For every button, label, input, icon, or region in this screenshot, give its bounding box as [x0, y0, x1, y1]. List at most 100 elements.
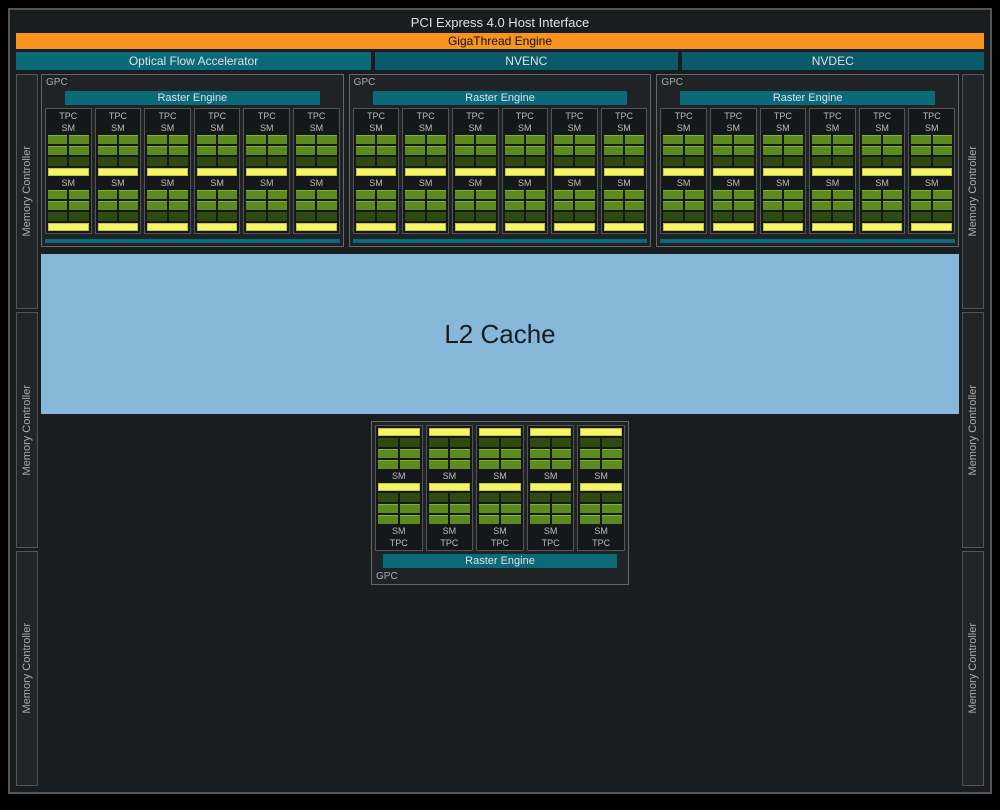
tpc-label: TPC — [530, 538, 572, 548]
sm-label: SM — [911, 123, 952, 133]
sm-block: SM — [98, 178, 139, 231]
tpc-label: TPC — [505, 111, 546, 121]
tpc-label: TPC — [429, 538, 471, 548]
sm-block: SM — [147, 178, 188, 231]
sm-block: SM — [663, 123, 704, 176]
tpc-label: TPC — [197, 111, 238, 121]
tpc-label: TPC — [378, 538, 420, 548]
sm-block: SM — [505, 123, 546, 176]
memory-controller: Memory Controller — [962, 74, 984, 309]
sm-block: SM — [405, 123, 446, 176]
gpc: GPCRaster EngineTPCSMSMTPCSMSMTPCSMSMTPC… — [349, 74, 652, 247]
tpc-label: TPC — [812, 111, 853, 121]
sm-block: SM — [812, 123, 853, 176]
sm-label: SM — [246, 123, 287, 133]
tpc: TPC SM SM — [452, 108, 499, 234]
tpc: TPCSMSM — [243, 108, 290, 234]
sm-block: SM — [554, 178, 595, 231]
sm-block: SM — [197, 123, 238, 176]
gpu-block-diagram: PCI Express 4.0 Host Interface GigaThrea… — [8, 8, 992, 794]
sm-block: SM — [604, 178, 645, 231]
nvdec-block: NVDEC — [682, 52, 984, 70]
memory-controller: Memory Controller — [962, 312, 984, 547]
sm-block: SM — [356, 123, 397, 176]
middle-region: Memory Controller Memory Controller Memo… — [16, 74, 984, 786]
sm-label: SM — [812, 123, 853, 133]
tpc: TPCSMSM — [45, 108, 92, 234]
core-region: GPCRaster EngineTPCSMSMTPCSMSMTPCSMSMTPC… — [41, 74, 959, 786]
sm-block: SM — [812, 178, 853, 231]
sm-block: SM — [911, 178, 952, 231]
sm-label: SM — [911, 178, 952, 188]
sm-label: SM — [713, 123, 754, 133]
memory-controller: Memory Controller — [16, 74, 38, 309]
top-gpc-row: GPCRaster EngineTPCSMSMTPCSMSMTPCSMSMTPC… — [41, 74, 959, 247]
tpc: SMSMTPC — [476, 425, 524, 551]
sm-label: SM — [296, 123, 337, 133]
sm-block: SM — [530, 483, 572, 536]
sm-block: SM — [455, 178, 496, 231]
sm-label: SM — [604, 123, 645, 133]
sm-label: SM — [505, 123, 546, 133]
sm-label: SM — [98, 123, 139, 133]
sm-block: SM — [580, 483, 622, 536]
raster-engine: Raster Engine — [680, 91, 935, 105]
tpc: TPCSMSM — [908, 108, 955, 234]
tpc: SMSM TPC — [426, 425, 474, 551]
tpc: TPCSMSM — [859, 108, 906, 234]
memory-controller: Memory Controller — [16, 312, 38, 547]
sm-label: SM — [663, 123, 704, 133]
tpc-label: TPC — [862, 111, 903, 121]
tpc: SM SM TPC — [527, 425, 575, 551]
sm-label: SM — [479, 526, 521, 536]
tpc: TPCSMSM — [660, 108, 707, 234]
raster-engine: Raster Engine — [383, 554, 617, 568]
tpc: TPC SM SM — [809, 108, 856, 234]
tpc-label: TPC — [405, 111, 446, 121]
tpc: TPCSMSM — [551, 108, 598, 234]
sm-label: SM — [812, 178, 853, 188]
sm-block: SM — [429, 483, 471, 536]
sm-block: SM — [296, 178, 337, 231]
memory-controllers-right: Memory Controller Memory Controller Memo… — [962, 74, 984, 786]
bottom-gpc-wrap: SMSMTPCSMSMTPCSMSMTPCSMSMTPCSMSMTPCRaste… — [41, 421, 959, 786]
sm-block: SM — [296, 123, 337, 176]
tpc: TPC SM SM — [353, 108, 400, 234]
tpc: TPCSMSM — [601, 108, 648, 234]
sm-label: SM — [505, 178, 546, 188]
sm-label: SM — [455, 123, 496, 133]
sm-block: SM — [98, 123, 139, 176]
sm-label: SM — [530, 471, 572, 481]
l2-cache: L2 Cache — [41, 254, 959, 414]
tpc: TPCSMSM — [760, 108, 807, 234]
pci-interface-label: PCI Express 4.0 Host Interface — [13, 13, 987, 33]
sm-block: SM — [429, 428, 471, 481]
tpc: SM SM TPC — [375, 425, 423, 551]
tpc-label: TPC — [246, 111, 287, 121]
memory-controllers-left: Memory Controller Memory Controller Memo… — [16, 74, 38, 786]
gpc: GPCRaster EngineTPCSMSMTPCSMSMTPCSMSMTPC… — [656, 74, 959, 247]
tpc-label: TPC — [580, 538, 622, 548]
raster-engine: Raster Engine — [65, 91, 320, 105]
sm-label: SM — [378, 471, 420, 481]
nvenc-block: NVENC — [375, 52, 677, 70]
sm-label: SM — [405, 123, 446, 133]
optical-flow-accelerator: Optical Flow Accelerator — [16, 52, 371, 70]
sm-block: SM — [911, 123, 952, 176]
sm-label: SM — [356, 123, 397, 133]
tpc-label: TPC — [455, 111, 496, 121]
sm-label: SM — [763, 123, 804, 133]
tpc: TPC SM SM — [502, 108, 549, 234]
sm-label: SM — [356, 178, 397, 188]
sm-block: SM — [378, 428, 420, 481]
sm-label: SM — [479, 471, 521, 481]
sm-label: SM — [862, 178, 903, 188]
gpc-bottom: SMSMTPCSMSMTPCSMSMTPCSMSMTPCSMSMTPCRaste… — [371, 421, 629, 585]
sm-label: SM — [663, 178, 704, 188]
sm-block: SM — [554, 123, 595, 176]
tpc-label: TPC — [356, 111, 397, 121]
sm-block: SM — [378, 483, 420, 536]
sm-label: SM — [197, 123, 238, 133]
accelerator-row: Optical Flow Accelerator NVENC NVDEC — [16, 52, 984, 70]
tpc: SMSMTPC — [577, 425, 625, 551]
